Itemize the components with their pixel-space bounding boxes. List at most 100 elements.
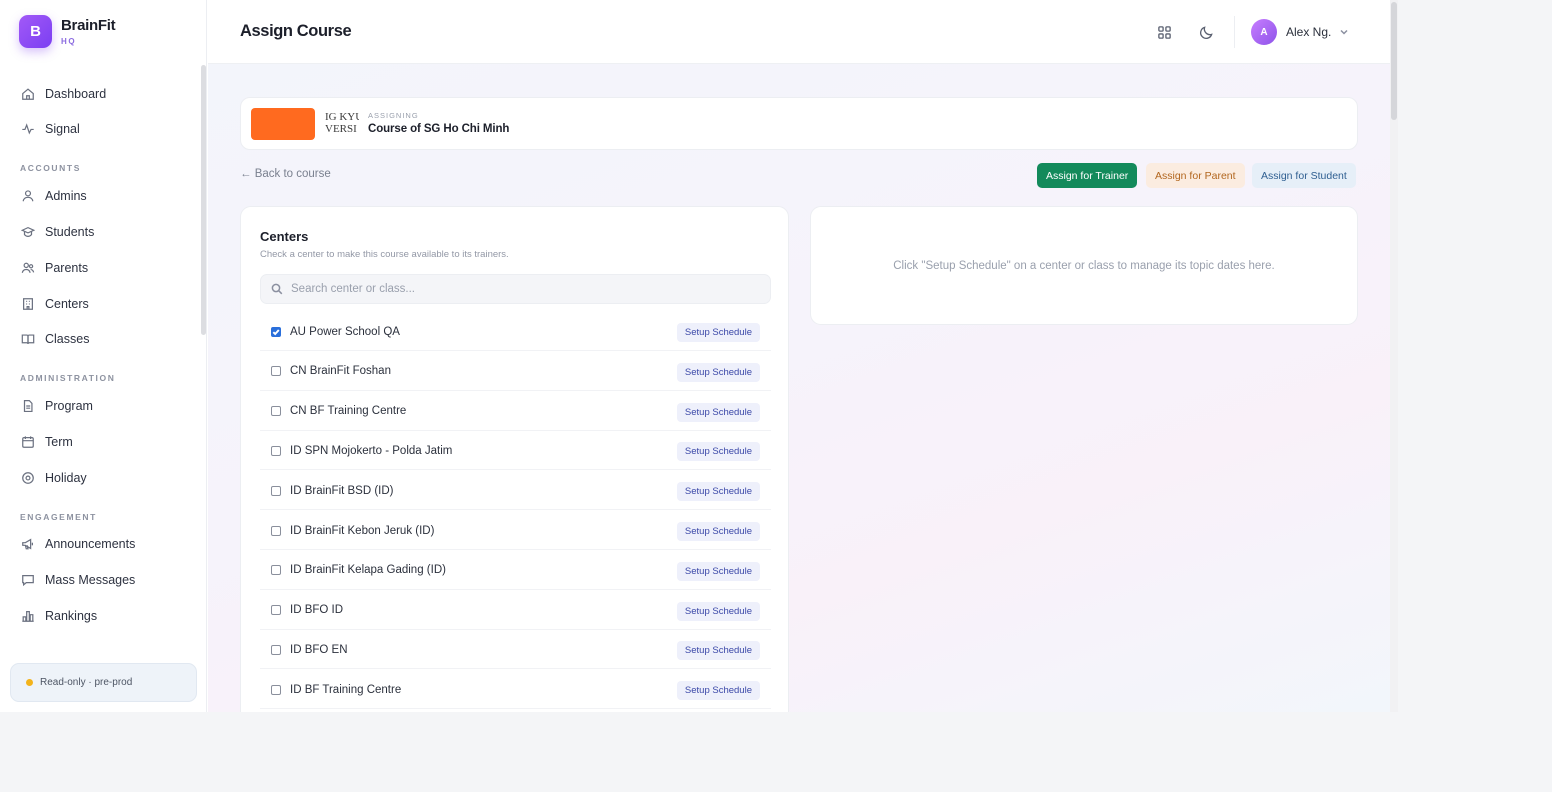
assigning-label: ASSIGNING [368, 111, 419, 120]
search-input[interactable] [291, 283, 751, 295]
sidebar-item-label: Students [45, 225, 95, 239]
status-dot [26, 679, 33, 686]
setup-schedule-button[interactable]: Setup Schedule [676, 641, 760, 661]
setup-schedule-button[interactable]: Setup Schedule [676, 402, 760, 422]
user-name: Alex Ng. [1286, 25, 1332, 39]
center-name: ID BFO ID [290, 604, 344, 617]
environment-badge: Read-only · pre-prod [10, 663, 197, 702]
checkbox[interactable] [271, 366, 281, 377]
page-scrollbar[interactable] [1390, 0, 1398, 712]
checkbox[interactable] [271, 644, 281, 655]
sidebar-item-parents[interactable]: Parents [20, 257, 88, 279]
sidebar-item-holiday[interactable]: Holiday [20, 467, 87, 489]
sidebar-scrollbar[interactable] [201, 65, 206, 335]
document-icon [20, 399, 35, 414]
dark-mode-moon-icon[interactable] [1196, 22, 1216, 42]
sidebar-item-label: Holiday [45, 471, 87, 485]
setup-schedule-button[interactable]: Setup Schedule [676, 482, 760, 502]
center-name: ID BF Training Centre [290, 683, 402, 696]
sidebar-item-label: Mass Messages [45, 573, 136, 587]
sidebar-item-label: Rankings [45, 609, 98, 623]
center-row[interactable]: ID BFO ID Setup Schedule [260, 592, 771, 630]
checkbox[interactable] [271, 485, 281, 496]
checkbox[interactable] [271, 565, 281, 576]
center-row[interactable]: CN BrainFit Foshan Setup Schedule [260, 353, 771, 391]
section-title-administration: ADMINISTRATION [20, 373, 116, 383]
center-name: CN BF Training Centre [290, 405, 407, 418]
avatar: A [1251, 19, 1277, 45]
sidebar-item-admins[interactable]: Admins [20, 185, 87, 207]
center-row[interactable]: ID SPN Mojokerto - Polda Jatim Setup Sche… [260, 432, 771, 471]
sidebar-item-program[interactable]: Program [20, 395, 93, 417]
setup-schedule-button[interactable]: Setup Schedule [676, 442, 760, 462]
setup-schedule-button[interactable]: Setup Schedule [676, 561, 760, 581]
sidebar-item-label: Dashboard [45, 87, 107, 101]
sidebar-item-label: Parents [45, 261, 89, 275]
signal-icon [20, 122, 35, 137]
top-header: Assign Course A Alex Ng. [208, 0, 1390, 64]
user-menu[interactable]: A Alex Ng. [1251, 19, 1349, 45]
course-summary-card: IG KYU VERSI ASSIGNING Course of SG Ho C… [240, 97, 1358, 150]
app-window: B BrainFit HQ Dashboard Signal ACCOUNTS … [0, 0, 1390, 712]
sidebar-item-centers[interactable]: Centers [20, 293, 89, 315]
section-title-accounts: ACCOUNTS [20, 163, 81, 173]
sidebar-item-label: Program [45, 399, 93, 413]
page-title: Assign Course [240, 22, 352, 40]
setup-schedule-button[interactable]: Setup Schedule [676, 323, 760, 342]
checkbox[interactable] [271, 445, 281, 456]
brand[interactable]: B BrainFit HQ [19, 15, 116, 48]
search-icon [271, 283, 283, 295]
center-row[interactable]: ID BrainFit BSD (ID) Setup Schedule [260, 472, 771, 511]
sidebar-item-mass-messages[interactable]: Mass Messages [20, 569, 135, 591]
chevron-down-icon [1340, 29, 1348, 35]
course-thumbnail [251, 108, 315, 140]
checkbox[interactable] [271, 684, 281, 695]
brand-name: BrainFit [61, 17, 116, 34]
sidebar: B BrainFit HQ Dashboard Signal ACCOUNTS … [0, 0, 207, 712]
sidebar-item-signal[interactable]: Signal [20, 118, 80, 140]
sidebar-item-label: Signal [45, 122, 80, 136]
schedule-panel: Click "Setup Schedule" on a center or cl… [810, 206, 1358, 325]
checkbox[interactable] [271, 406, 281, 417]
apps-grid-icon[interactable] [1154, 22, 1174, 42]
assign-student-button[interactable]: Assign for Student [1252, 163, 1356, 188]
checkbox-checked[interactable] [271, 326, 281, 337]
users-icon [20, 189, 35, 204]
center-row[interactable]: CN BF Training Centre Setup Schedule [260, 393, 771, 431]
sidebar-item-announcements[interactable]: Announcements [20, 533, 135, 555]
setup-schedule-button[interactable]: Setup Schedule [676, 601, 760, 621]
graduation-cap-icon [20, 225, 35, 240]
checkbox[interactable] [271, 605, 281, 616]
back-to-course-link[interactable]: ← Back to course [240, 168, 331, 180]
environment-label: Read-only · pre-prod [40, 677, 133, 688]
center-name: CN BrainFit Foshan [290, 365, 391, 378]
main-content: IG KYU VERSI ASSIGNING Course of SG Ho C… [208, 64, 1390, 712]
sidebar-item-students[interactable]: Students [20, 221, 94, 243]
scrollbar-thumb[interactable] [1391, 2, 1397, 120]
sidebar-item-rankings[interactable]: Rankings [20, 605, 97, 627]
section-title-engagement: ENGAGEMENT [20, 512, 97, 522]
sidebar-item-classes[interactable]: Classes [20, 328, 89, 350]
sidebar-item-label: Announcements [45, 537, 136, 551]
center-name: AU Power School QA [290, 325, 400, 338]
book-icon [20, 332, 35, 347]
setup-schedule-button[interactable]: Setup Schedule [676, 681, 760, 701]
center-row[interactable]: ID BFO EN Setup Schedule [260, 631, 771, 670]
check-icon [272, 328, 280, 335]
sidebar-item-term[interactable]: Term [20, 431, 73, 453]
setup-schedule-button[interactable]: Setup Schedule [676, 362, 760, 382]
course-name: Course of SG Ho Chi Minh [368, 123, 510, 135]
center-row[interactable]: AU Power School QA Setup Schedule [260, 313, 771, 351]
circle-badge-icon [20, 471, 35, 486]
setup-schedule-button[interactable]: Setup Schedule [676, 522, 760, 541]
sidebar-item-dashboard[interactable]: Dashboard [20, 83, 106, 105]
checkbox[interactable] [271, 525, 281, 536]
centers-panel: Centers Check a center to make this cour… [240, 206, 789, 712]
center-row[interactable]: ID BrainFit Kelapa Gading (ID) Setup Sche… [260, 552, 771, 590]
assign-parent-button[interactable]: Assign for Parent [1146, 163, 1245, 188]
center-row[interactable]: ID BF Training Centre Setup Schedule [260, 671, 771, 710]
sidebar-item-label: Centers [45, 297, 89, 311]
brand-logo: B [19, 15, 52, 48]
center-row[interactable]: ID BrainFit Kebon Jeruk (ID) Setup Schedu… [260, 512, 771, 550]
assign-trainer-button[interactable]: Assign for Trainer [1037, 163, 1138, 188]
